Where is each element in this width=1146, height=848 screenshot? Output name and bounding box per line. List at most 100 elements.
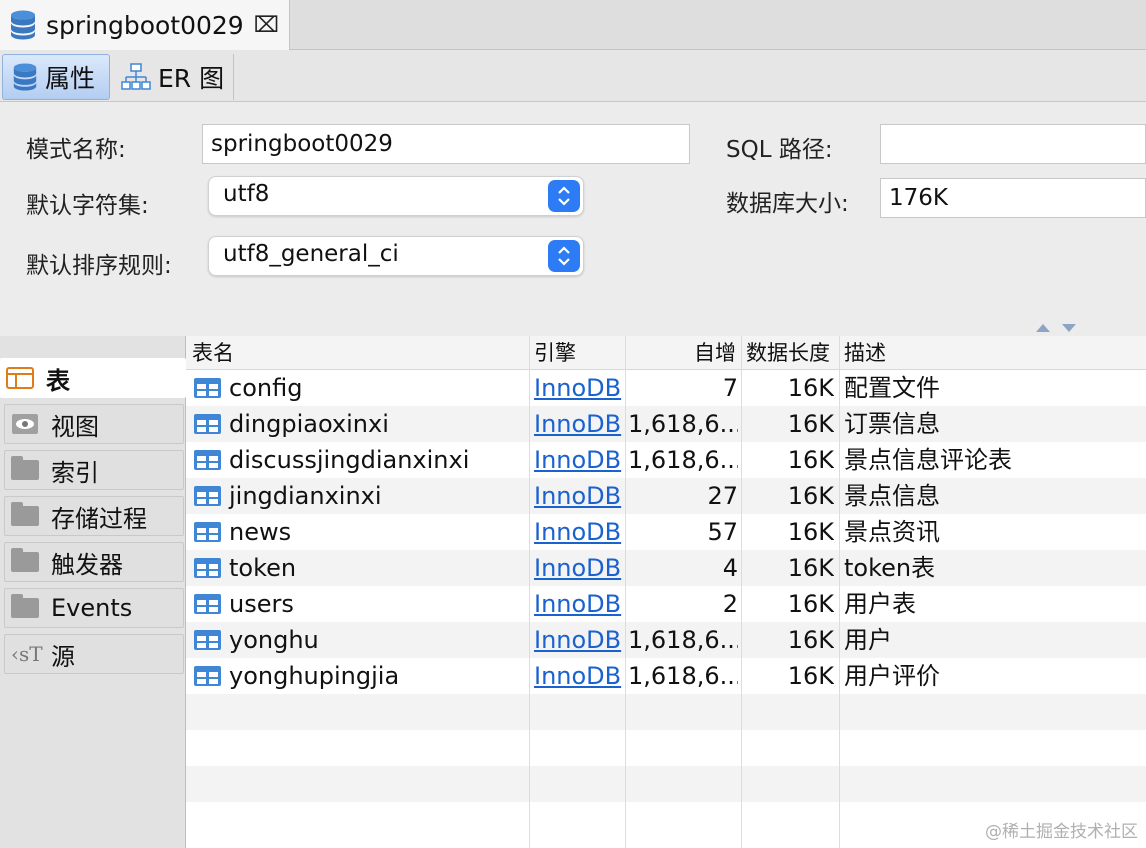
editor-tab-title: springboot0029 [46,10,244,40]
editor-tab-springboot0029[interactable]: springboot0029 ⌧ [0,0,290,50]
column-header-engine[interactable]: 引擎 [530,336,580,370]
data-length-value: 16K [787,446,834,474]
charset-select[interactable]: utf8 [208,176,584,216]
table-row[interactable]: yonghu InnoDB 1,618,6... 16K 用户 [186,622,1146,658]
close-icon[interactable]: ⌧ [254,13,279,38]
table-row[interactable]: jingdianxinxi InnoDB 27 16K 景点信息 [186,478,1146,514]
auto-increment-value: 1,618,6... [628,446,738,474]
auto-increment-value: 1,618,6... [628,662,738,690]
table-name: yonghupingjia [229,662,400,690]
table-name: token [229,554,297,582]
data-length-value: 16K [787,626,834,654]
column-header-auto-increment[interactable]: 自增 [626,336,740,370]
nav-item-views[interactable]: 视图 [4,404,184,444]
nav-item-label: 触发器 [51,550,123,579]
auto-increment-value: 27 [707,482,738,510]
engine-link[interactable]: InnoDB [534,514,624,550]
nav-item-label: Events [51,594,133,622]
nav-item-events[interactable]: Events [4,588,184,628]
object-type-nav: 表 视图 索引 存储过程 触发器 Events ‹sT 源 [0,336,186,848]
tab-er-diagram[interactable]: ER 图 [112,54,234,100]
table-icon [194,378,221,398]
table-name-cell: yonghu [194,622,534,658]
table-name-cell: users [194,586,534,622]
editor-tab-bar: springboot0029 ⌧ [0,0,1146,50]
table-row[interactable]: yonghupingjia InnoDB 1,618,6... 16K 用户评价 [186,658,1146,694]
eye-icon [11,413,41,435]
table-row[interactable]: news InnoDB 57 16K 景点资讯 [186,514,1146,550]
nav-item-procedures[interactable]: 存储过程 [4,496,184,536]
engine-link[interactable]: InnoDB [534,586,624,622]
nav-item-label: 视图 [51,412,99,441]
table-name: discussjingdianxinxi [229,446,470,474]
column-header-data-length[interactable]: 数据长度 [742,336,834,370]
table-row[interactable]: config InnoDB 7 16K 配置文件 [186,370,1146,406]
description-value: 景点信息评论表 [844,446,1012,474]
watermark: @稀土掘金技术社区 [985,822,1138,842]
nav-item-label: 存储过程 [51,504,147,533]
table-row[interactable]: dingpiaoxinxi InnoDB 1,618,6... 16K 订票信息 [186,406,1146,442]
description-value: 订票信息 [844,410,940,438]
sub-tab-bar: 属性 ER 图 [0,50,1146,102]
column-divider [839,336,840,848]
sql-path-field[interactable] [880,124,1146,164]
description-value: 用户 [844,626,892,654]
table-name: news [229,518,292,546]
table-row[interactable]: discussjingdianxinxi InnoDB 1,618,6... 16K 景… [186,442,1146,478]
table-name: yonghu [229,626,319,654]
data-length-value: 16K [787,410,834,438]
source-icon: ‹sT [11,642,43,666]
auto-increment-value: 2 [722,590,738,618]
table-header: 表名 引擎 自增 数据长度 描述 [186,336,1146,370]
description-value: 景点信息 [844,482,940,510]
engine-link[interactable]: InnoDB [534,550,624,586]
engine-link[interactable]: InnoDB [534,370,624,406]
table-icon [194,594,221,614]
tab-er-diagram-label: ER 图 [158,64,225,93]
table-row[interactable]: users InnoDB 2 16K 用户表 [186,586,1146,622]
schema-name-label: 模式名称: [26,137,126,163]
tab-properties[interactable]: 属性 [2,54,110,100]
table-name-cell: discussjingdianxinxi [194,442,534,478]
collapse-arrows-icon[interactable] [1034,320,1078,334]
db-size-label: 数据库大小: [726,191,849,217]
engine-link[interactable]: InnoDB [534,622,624,658]
description-value: token表 [844,554,936,582]
database-icon [13,63,37,91]
table-row[interactable]: token InnoDB 4 16K token表 [186,550,1146,586]
collation-label: 默认排序规则: [26,253,172,279]
auto-increment-value: 1,618,6... [628,626,738,654]
select-arrows-icon [548,180,580,212]
table-name: users [229,590,294,618]
sql-path-label: SQL 路径: [726,137,833,163]
select-arrows-icon [548,240,580,272]
schema-name-field[interactable]: springboot0029 [202,124,690,164]
folder-icon [11,502,41,527]
engine-link[interactable]: InnoDB [534,658,624,694]
data-length-value: 16K [787,374,834,402]
table-icon [194,666,221,686]
table-name: config [229,374,303,402]
folder-icon [11,594,41,619]
table-icon [194,414,221,434]
nav-item-triggers[interactable]: 触发器 [4,542,184,582]
er-diagram-icon [121,63,151,90]
charset-label: 默认字符集: [26,193,149,219]
collation-select[interactable]: utf8_general_ci [208,236,584,276]
nav-item-indexes[interactable]: 索引 [4,450,184,490]
nav-item-source[interactable]: ‹sT 源 [4,634,184,674]
description-value: 用户表 [844,590,916,618]
engine-link[interactable]: InnoDB [534,442,624,478]
column-header-name[interactable]: 表名 [188,336,238,370]
column-divider [741,336,742,848]
description-value: 景点资讯 [844,518,940,546]
data-length-value: 16K [787,590,834,618]
empty-row [186,730,1146,766]
engine-link[interactable]: InnoDB [534,406,624,442]
column-header-description[interactable]: 描述 [840,336,890,370]
nav-item-label: 表 [46,366,70,395]
nav-item-tables[interactable]: 表 [0,358,186,398]
nav-item-label: 源 [51,642,75,671]
engine-link[interactable]: InnoDB [534,478,624,514]
db-size-field: 176K [880,178,1146,218]
